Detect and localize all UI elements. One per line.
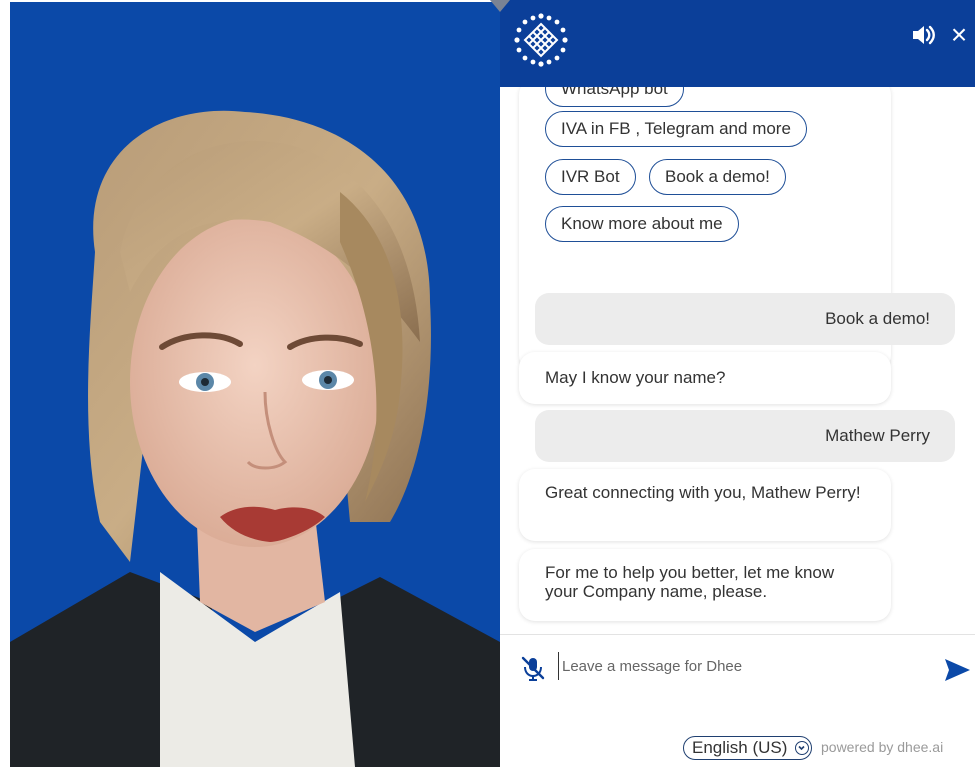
user-message: Mathew Perry bbox=[535, 410, 955, 462]
header-notch bbox=[490, 0, 510, 12]
chip-book-a-demo[interactable]: Book a demo! bbox=[649, 159, 786, 195]
footer: English (US) powered by dhee.ai bbox=[500, 712, 975, 767]
bot-message: May I know your name? bbox=[519, 352, 891, 404]
avatar-panel bbox=[10, 2, 500, 767]
chip-know-more[interactable]: Know more about me bbox=[545, 206, 739, 242]
message-input[interactable] bbox=[558, 652, 928, 680]
mic-muted-icon[interactable] bbox=[520, 655, 546, 681]
chip-ivr-bot[interactable]: IVR Bot bbox=[545, 159, 636, 195]
chat-panel: × WhatsApp bot IVA in FB , Telegram and … bbox=[490, 0, 975, 767]
close-button[interactable]: × bbox=[947, 21, 971, 50]
speaker-volume-icon[interactable] bbox=[910, 22, 936, 48]
message-list[interactable]: WhatsApp bot IVA in FB , Telegram and mo… bbox=[500, 87, 975, 634]
powered-by-link[interactable]: powered by dhee.ai bbox=[821, 739, 943, 755]
language-select[interactable]: English (US) bbox=[683, 736, 812, 760]
send-arrow-icon[interactable] bbox=[943, 657, 971, 683]
chat-header: × bbox=[490, 0, 975, 87]
composer bbox=[500, 634, 975, 712]
language-select-value: English (US) bbox=[692, 738, 788, 757]
bot-message: Great connecting with you, Mathew Perry! bbox=[519, 469, 891, 541]
chevron-down-icon bbox=[795, 741, 809, 755]
chip-iva-fb-telegram[interactable]: IVA in FB , Telegram and more bbox=[545, 111, 807, 147]
avatar-portrait bbox=[10, 110, 500, 767]
chip-whatsapp-bot[interactable]: WhatsApp bot bbox=[545, 87, 684, 107]
dhee-knot-logo-icon bbox=[514, 13, 568, 67]
bot-message: For me to help you better, let me know y… bbox=[519, 549, 891, 621]
user-message: Book a demo! bbox=[535, 293, 955, 345]
